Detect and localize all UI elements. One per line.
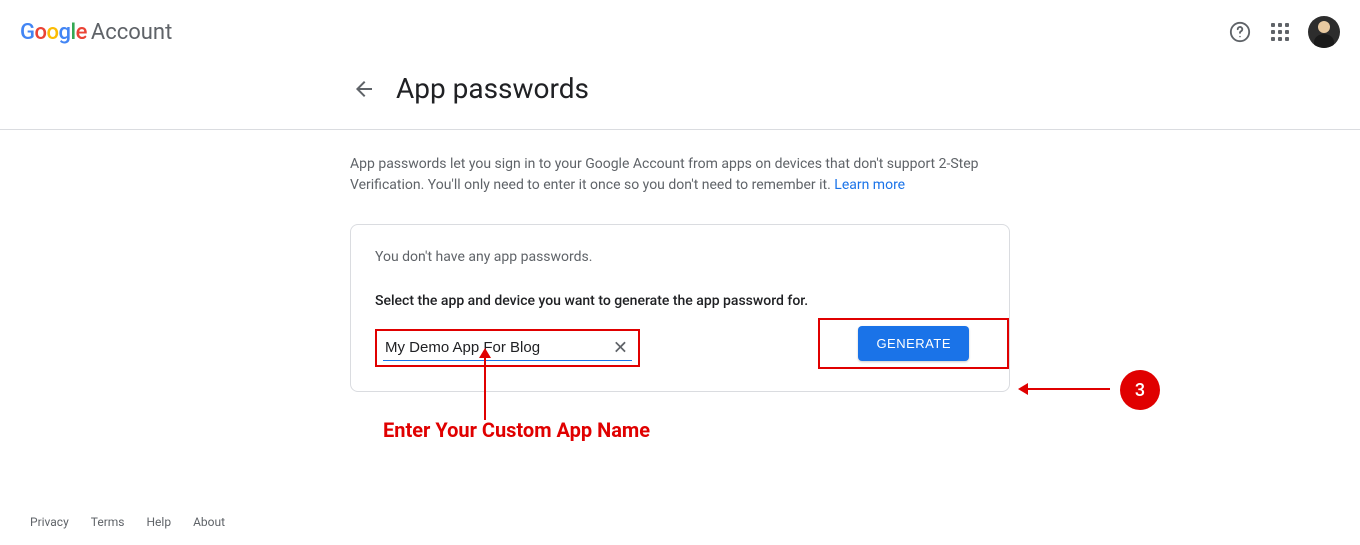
generate-button-highlight: GENERATE <box>818 318 1009 369</box>
app-name-input[interactable] <box>383 335 632 361</box>
google-logo: Google <box>20 20 87 45</box>
title-row: App passwords <box>0 64 1360 129</box>
app-header: Google Account <box>0 0 1360 64</box>
logo-area[interactable]: Google Account <box>20 20 172 45</box>
account-word: Account <box>91 20 172 45</box>
footer-about-link[interactable]: About <box>193 515 225 529</box>
header-right <box>1228 16 1340 48</box>
back-arrow-icon[interactable] <box>352 77 376 101</box>
clear-input-icon[interactable]: ✕ <box>613 338 628 359</box>
main-content: App passwords let you sign in to your Go… <box>350 130 1010 392</box>
learn-more-link[interactable]: Learn more <box>834 177 905 193</box>
avatar[interactable] <box>1308 16 1340 48</box>
annotation-text-input: Enter Your Custom App Name <box>383 418 650 442</box>
description-text: App passwords let you sign in to your Go… <box>350 154 1010 196</box>
app-name-input-highlight: ✕ <box>375 329 640 367</box>
footer-help-link[interactable]: Help <box>147 515 172 529</box>
annotation-arrow-input <box>484 350 486 420</box>
generate-button[interactable]: GENERATE <box>858 326 969 361</box>
footer-terms-link[interactable]: Terms <box>91 515 125 529</box>
footer-privacy-link[interactable]: Privacy <box>30 515 69 529</box>
app-passwords-card: You don't have any app passwords. Select… <box>350 224 1010 392</box>
select-app-label: Select the app and device you want to ge… <box>375 293 985 309</box>
annotation-arrow-generate <box>1020 388 1110 390</box>
footer: Privacy Terms Help About <box>30 515 225 529</box>
annotation-step-badge: 3 <box>1120 370 1160 410</box>
help-icon[interactable] <box>1228 20 1252 44</box>
apps-icon[interactable] <box>1268 20 1292 44</box>
page-title: App passwords <box>396 72 589 105</box>
no-passwords-text: You don't have any app passwords. <box>375 249 985 265</box>
